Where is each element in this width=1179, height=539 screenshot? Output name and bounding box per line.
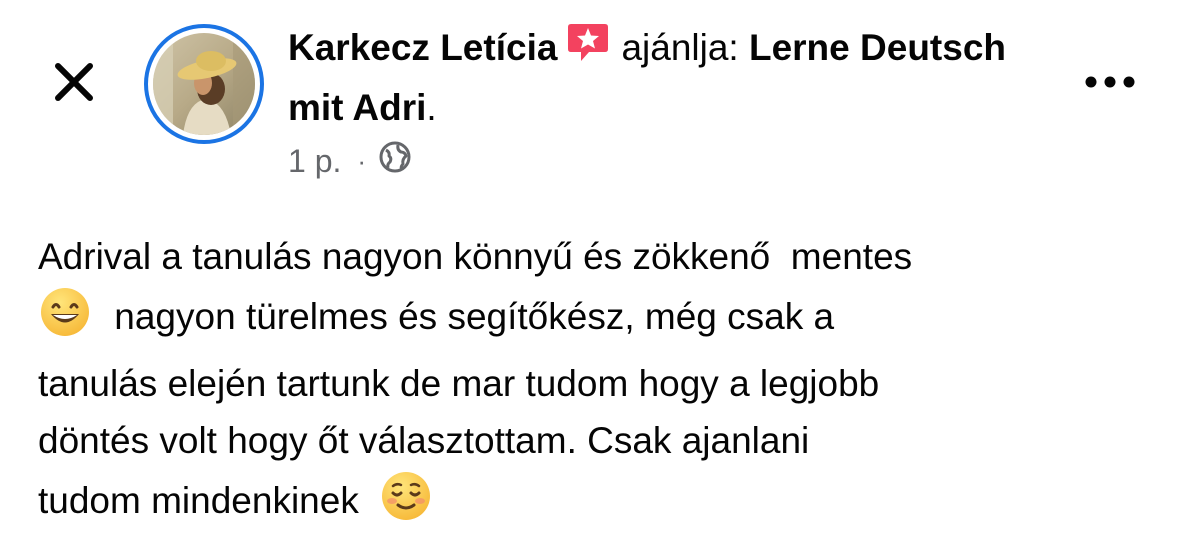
- more-options-icon: [1085, 76, 1135, 88]
- avatar-ring[interactable]: [144, 24, 264, 144]
- body-text-line: nagyon türelmes és segítőkész, még csak …: [114, 296, 835, 337]
- body-text-line: tudom mindenkinek: [38, 480, 359, 521]
- body-line: döntés volt hogy őt választottam. Csak a…: [38, 420, 810, 461]
- body-line: Adrival a tanulás nagyon könnyű és zökke…: [38, 236, 913, 277]
- grinning-face-emoji: [38, 285, 92, 355]
- post-meta: 1 p. ·: [288, 140, 412, 182]
- globe-icon[interactable]: [378, 140, 412, 182]
- timestamp[interactable]: 1 p.: [288, 143, 341, 180]
- recommends-label: ajánlja:: [621, 27, 739, 68]
- close-icon: [55, 63, 93, 101]
- header-period: .: [426, 87, 437, 128]
- recommend-star-icon: [565, 20, 611, 81]
- meta-separator: ·: [357, 145, 367, 176]
- body-line-with-emoji: tudom mindenkinek: [38, 469, 1148, 539]
- body-line-with-emoji: nagyon türelmes és segítőkész, még csak …: [38, 285, 1148, 355]
- post-header: Karkecz Letícia ajánlja: Lerne Deutsch m…: [288, 20, 1048, 135]
- body-line: tanulás elején tartunk de mar tudom hogy…: [38, 363, 880, 404]
- close-button[interactable]: [44, 52, 104, 112]
- avatar-photo: [153, 33, 255, 135]
- post-body: Adrival a tanulás nagyon könnyű és zökke…: [38, 228, 1148, 539]
- more-options-button[interactable]: [1080, 62, 1140, 102]
- author-name[interactable]: Karkecz Letícia: [288, 27, 557, 68]
- smiling-face-emoji: [379, 469, 433, 539]
- avatar[interactable]: [153, 33, 255, 135]
